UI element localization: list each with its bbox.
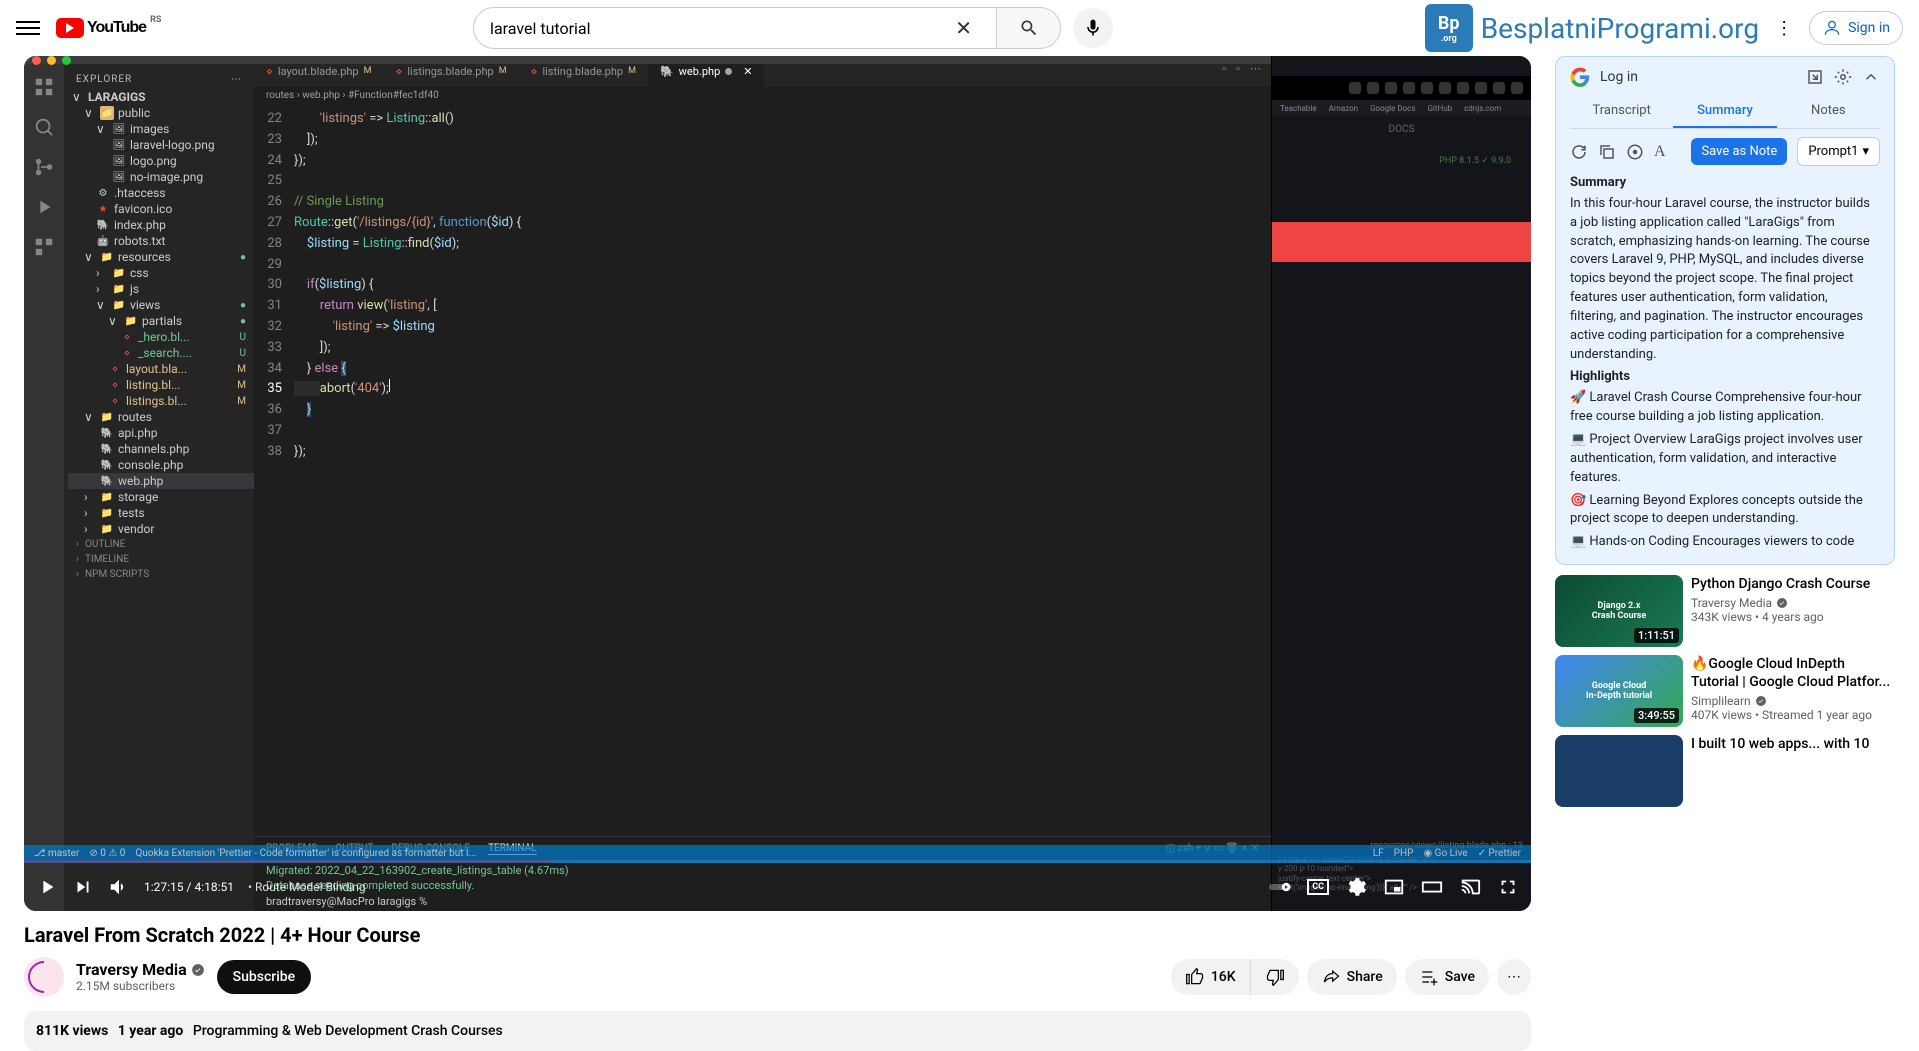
prompt-dropdown[interactable]: Prompt1▾ [1797, 137, 1880, 166]
theater-icon[interactable] [1421, 876, 1443, 898]
vscode-activity-bar [24, 56, 64, 911]
related-video[interactable]: I built 10 web apps... with 10 [1555, 735, 1895, 807]
captions-icon[interactable]: CC [1307, 879, 1329, 895]
related-channel: Traversy Media [1691, 596, 1895, 610]
subscribe-button[interactable]: Subscribe [217, 960, 312, 994]
bp-logo[interactable]: Bp.org BesplatniProgrami.org [1425, 4, 1759, 52]
related-channel: Simplilearn [1691, 694, 1895, 708]
volume-icon[interactable] [108, 876, 130, 898]
play-icon[interactable] [36, 876, 58, 898]
browser-preview: TeachableAmazonGoogle DocsGitHubcdnjs.co… [1271, 56, 1531, 911]
more-actions-button[interactable]: ⋯ [1497, 959, 1531, 995]
save-button[interactable]: Save [1405, 959, 1489, 995]
google-icon [1570, 67, 1590, 87]
ai-icon[interactable] [1626, 143, 1644, 161]
extension-panel: Log in Transcript Summary Notes A Save a… [1555, 56, 1895, 565]
clear-search-icon[interactable]: ✕ [947, 16, 980, 40]
dislike-button[interactable] [1251, 959, 1299, 995]
vscode-explorer: EXPLORER⋯ ∨LARAGIGS ∨📁public ∨🖼images 🖼l… [64, 56, 254, 911]
tab-transcript[interactable]: Transcript [1570, 95, 1673, 128]
voice-search-icon[interactable] [1073, 8, 1113, 48]
related-thumbnail: Django 2.xCrash Course1:11:51 [1555, 575, 1683, 647]
channel-avatar[interactable] [24, 957, 64, 997]
country-code: RS [150, 15, 161, 25]
cast-icon[interactable] [1459, 876, 1481, 898]
sub-count: 2.15M subscribers [76, 979, 205, 993]
extension-content: Summary In this four-hour Laravel course… [1570, 174, 1880, 554]
ext-login-link[interactable]: Log in [1600, 69, 1796, 85]
settings-icon[interactable] [1345, 876, 1367, 898]
related-thumbnail: Google CloudIn-Depth tutorial3:49:55 [1555, 655, 1683, 727]
ext-collapse-icon[interactable] [1862, 68, 1880, 86]
search-button[interactable] [997, 7, 1061, 49]
ext-popout-icon[interactable] [1806, 68, 1824, 86]
text-icon[interactable]: A [1654, 143, 1666, 161]
video-title: Laravel From Scratch 2022 | 4+ Hour Cour… [24, 923, 1531, 947]
miniplayer-icon[interactable] [1383, 876, 1405, 898]
ext-settings-icon[interactable] [1834, 68, 1852, 86]
search-input[interactable] [490, 19, 947, 38]
next-icon[interactable] [72, 876, 94, 898]
like-button[interactable]: 16K [1171, 959, 1251, 995]
autoplay-toggle[interactable] [1269, 876, 1291, 898]
fullscreen-icon[interactable] [1497, 876, 1519, 898]
related-video[interactable]: Google CloudIn-Depth tutorial3:49:55 🔥Go… [1555, 655, 1895, 727]
menu-icon[interactable] [16, 16, 40, 40]
current-time: 1:27:15 [144, 880, 184, 894]
related-video[interactable]: Django 2.xCrash Course1:11:51 Python Dja… [1555, 575, 1895, 647]
related-title: Python Django Crash Course [1691, 575, 1895, 593]
related-title: I built 10 web apps... with 10 [1691, 735, 1895, 753]
video-player[interactable]: EXPLORER⋯ ∨LARAGIGS ∨📁public ∨🖼images 🖼l… [24, 56, 1531, 911]
video-description[interactable]: 811K views 1 year ago Programming & Web … [24, 1011, 1531, 1051]
youtube-logo[interactable]: YouTubeRS [56, 18, 161, 38]
save-note-button[interactable]: Save as Note [1691, 138, 1787, 165]
signin-button[interactable]: Sign in [1809, 11, 1903, 45]
chapter-name[interactable]: Route Model Binding [248, 880, 366, 894]
copy-icon[interactable] [1598, 143, 1616, 161]
related-thumbnail [1555, 735, 1683, 807]
total-time: 4:18:51 [194, 880, 234, 894]
more-icon[interactable]: ⋮ [1775, 18, 1793, 39]
share-button[interactable]: Share [1307, 959, 1397, 995]
related-meta: 343K views • 4 years ago [1691, 610, 1895, 624]
related-meta: 407K views • Streamed 1 year ago [1691, 708, 1895, 722]
channel-name[interactable]: Traversy Media [76, 960, 205, 979]
tab-summary[interactable]: Summary [1673, 95, 1776, 128]
refresh-icon[interactable] [1570, 143, 1588, 161]
related-title: 🔥Google Cloud InDepth Tutorial | Google … [1691, 655, 1895, 691]
tab-notes[interactable]: Notes [1777, 95, 1880, 128]
